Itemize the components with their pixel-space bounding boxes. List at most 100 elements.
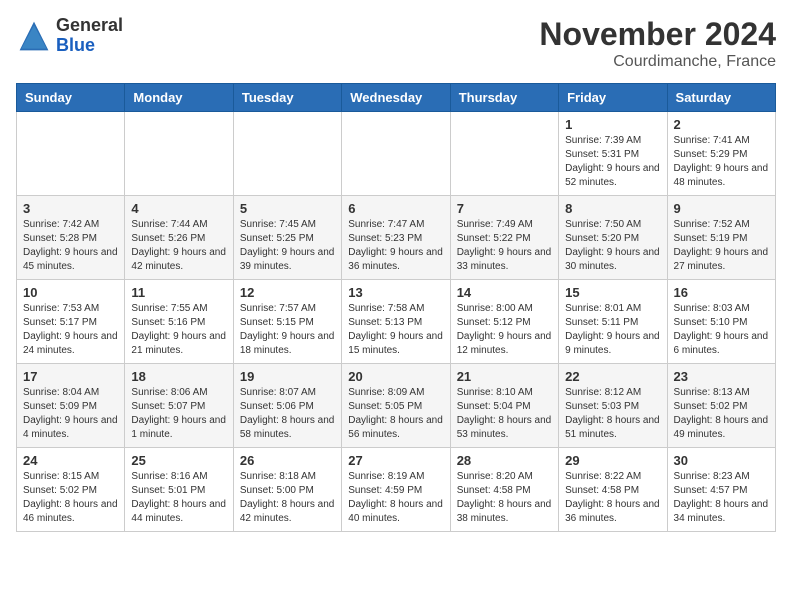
- calendar-header-row: SundayMondayTuesdayWednesdayThursdayFrid…: [17, 84, 776, 112]
- day-number: 26: [240, 453, 335, 468]
- day-number: 23: [674, 369, 769, 384]
- calendar-cell: [125, 112, 233, 196]
- day-number: 12: [240, 285, 335, 300]
- calendar-subtitle: Courdimanche, France: [539, 53, 776, 71]
- day-info: Sunrise: 7:52 AM Sunset: 5:19 PM Dayligh…: [674, 218, 769, 274]
- day-number: 18: [131, 369, 226, 384]
- calendar-cell: 21Sunrise: 8:10 AM Sunset: 5:04 PM Dayli…: [450, 364, 558, 448]
- calendar-cell: 24Sunrise: 8:15 AM Sunset: 5:02 PM Dayli…: [17, 448, 125, 532]
- calendar-cell: [342, 112, 450, 196]
- day-info: Sunrise: 7:55 AM Sunset: 5:16 PM Dayligh…: [131, 302, 226, 358]
- day-number: 24: [23, 453, 118, 468]
- logo-text: General Blue: [56, 16, 123, 56]
- day-number: 17: [23, 369, 118, 384]
- day-info: Sunrise: 8:01 AM Sunset: 5:11 PM Dayligh…: [565, 302, 660, 358]
- calendar-week-2: 3 Sunrise: 7:42 AM Sunset: 5:28 PM Daylig…: [17, 196, 776, 280]
- day-number: 14: [457, 285, 552, 300]
- logo: General Blue: [16, 16, 123, 56]
- day-number: 8: [565, 201, 660, 216]
- calendar-cell: 9 Sunrise: 7:52 AM Sunset: 5:19 PM Daylig…: [667, 196, 775, 280]
- calendar-cell: 6 Sunrise: 7:47 AM Sunset: 5:23 PM Daylig…: [342, 196, 450, 280]
- page-header: General Blue November 2024 Courdimanche,…: [16, 16, 776, 71]
- day-number: 6: [348, 201, 443, 216]
- day-number: 25: [131, 453, 226, 468]
- calendar-cell: 4 Sunrise: 7:44 AM Sunset: 5:26 PM Daylig…: [125, 196, 233, 280]
- day-info: Sunrise: 7:50 AM Sunset: 5:20 PM Dayligh…: [565, 218, 660, 274]
- day-number: 7: [457, 201, 552, 216]
- day-info: Sunrise: 8:13 AM Sunset: 5:02 PM Dayligh…: [674, 386, 769, 442]
- calendar-cell: 5 Sunrise: 7:45 AM Sunset: 5:25 PM Daylig…: [233, 196, 341, 280]
- calendar-cell: 22 Sunrise: 8:12 AM Sunset: 5:03 PM Dayli…: [559, 364, 667, 448]
- day-number: 11: [131, 285, 226, 300]
- day-info: Sunrise: 7:42 AM Sunset: 5:28 PM Dayligh…: [23, 218, 118, 274]
- day-info: Sunrise: 7:44 AM Sunset: 5:26 PM Dayligh…: [131, 218, 226, 274]
- day-number: 28: [457, 453, 552, 468]
- calendar-table: SundayMondayTuesdayWednesdayThursdayFrid…: [16, 83, 776, 532]
- day-info: Sunrise: 7:49 AM Sunset: 5:22 PM Dayligh…: [457, 218, 552, 274]
- column-header-monday: Monday: [125, 84, 233, 112]
- calendar-cell: 20 Sunrise: 8:09 AM Sunset: 5:05 PM Dayli…: [342, 364, 450, 448]
- calendar-cell: 23 Sunrise: 8:13 AM Sunset: 5:02 PM Dayli…: [667, 364, 775, 448]
- day-number: 15: [565, 285, 660, 300]
- title-block: November 2024 Courdimanche, France: [539, 16, 776, 71]
- day-number: 2: [674, 117, 769, 132]
- day-number: 22: [565, 369, 660, 384]
- calendar-cell: 28 Sunrise: 8:20 AM Sunset: 4:58 PM Dayli…: [450, 448, 558, 532]
- day-info: Sunrise: 7:47 AM Sunset: 5:23 PM Dayligh…: [348, 218, 443, 274]
- day-number: 13: [348, 285, 443, 300]
- column-header-wednesday: Wednesday: [342, 84, 450, 112]
- day-info: Sunrise: 7:53 AM Sunset: 5:17 PM Dayligh…: [23, 302, 118, 358]
- day-info: Sunrise: 8:22 AM Sunset: 4:58 PM Dayligh…: [565, 470, 660, 526]
- day-info: Sunrise: 7:41 AM Sunset: 5:29 PM Dayligh…: [674, 134, 769, 190]
- calendar-cell: 14Sunrise: 8:00 AM Sunset: 5:12 PM Dayli…: [450, 280, 558, 364]
- day-number: 10: [23, 285, 118, 300]
- calendar-cell: 1 Sunrise: 7:39 AM Sunset: 5:31 PM Daylig…: [559, 112, 667, 196]
- day-number: 4: [131, 201, 226, 216]
- calendar-cell: 3 Sunrise: 7:42 AM Sunset: 5:28 PM Daylig…: [17, 196, 125, 280]
- calendar-cell: 11 Sunrise: 7:55 AM Sunset: 5:16 PM Dayli…: [125, 280, 233, 364]
- day-info: Sunrise: 8:18 AM Sunset: 5:00 PM Dayligh…: [240, 470, 335, 526]
- calendar-cell: [233, 112, 341, 196]
- day-info: Sunrise: 8:09 AM Sunset: 5:05 PM Dayligh…: [348, 386, 443, 442]
- calendar-cell: 10 Sunrise: 7:53 AM Sunset: 5:17 PM Dayli…: [17, 280, 125, 364]
- calendar-cell: 15 Sunrise: 8:01 AM Sunset: 5:11 PM Dayli…: [559, 280, 667, 364]
- calendar-title: November 2024: [539, 16, 776, 53]
- day-number: 9: [674, 201, 769, 216]
- day-info: Sunrise: 8:07 AM Sunset: 5:06 PM Dayligh…: [240, 386, 335, 442]
- day-info: Sunrise: 8:03 AM Sunset: 5:10 PM Dayligh…: [674, 302, 769, 358]
- logo-icon: [16, 18, 52, 54]
- column-header-friday: Friday: [559, 84, 667, 112]
- day-info: Sunrise: 8:19 AM Sunset: 4:59 PM Dayligh…: [348, 470, 443, 526]
- day-info: Sunrise: 7:39 AM Sunset: 5:31 PM Dayligh…: [565, 134, 660, 190]
- day-number: 1: [565, 117, 660, 132]
- column-header-sunday: Sunday: [17, 84, 125, 112]
- calendar-cell: 27 Sunrise: 8:19 AM Sunset: 4:59 PM Dayli…: [342, 448, 450, 532]
- calendar-cell: 16Sunrise: 8:03 AM Sunset: 5:10 PM Dayli…: [667, 280, 775, 364]
- calendar-week-1: 1 Sunrise: 7:39 AM Sunset: 5:31 PM Daylig…: [17, 112, 776, 196]
- calendar-week-5: 24Sunrise: 8:15 AM Sunset: 5:02 PM Dayli…: [17, 448, 776, 532]
- day-info: Sunrise: 8:06 AM Sunset: 5:07 PM Dayligh…: [131, 386, 226, 442]
- column-header-thursday: Thursday: [450, 84, 558, 112]
- day-info: Sunrise: 8:16 AM Sunset: 5:01 PM Dayligh…: [131, 470, 226, 526]
- day-number: 20: [348, 369, 443, 384]
- calendar-cell: [450, 112, 558, 196]
- day-info: Sunrise: 8:23 AM Sunset: 4:57 PM Dayligh…: [674, 470, 769, 526]
- day-number: 5: [240, 201, 335, 216]
- day-info: Sunrise: 7:58 AM Sunset: 5:13 PM Dayligh…: [348, 302, 443, 358]
- calendar-cell: 29Sunrise: 8:22 AM Sunset: 4:58 PM Dayli…: [559, 448, 667, 532]
- day-info: Sunrise: 8:12 AM Sunset: 5:03 PM Dayligh…: [565, 386, 660, 442]
- calendar-cell: [17, 112, 125, 196]
- logo-blue: Blue: [56, 36, 123, 56]
- day-number: 21: [457, 369, 552, 384]
- logo-general: General: [56, 16, 123, 36]
- day-number: 3: [23, 201, 118, 216]
- calendar-cell: 25 Sunrise: 8:16 AM Sunset: 5:01 PM Dayli…: [125, 448, 233, 532]
- calendar-cell: 13 Sunrise: 7:58 AM Sunset: 5:13 PM Dayli…: [342, 280, 450, 364]
- calendar-cell: 30Sunrise: 8:23 AM Sunset: 4:57 PM Dayli…: [667, 448, 775, 532]
- day-info: Sunrise: 8:20 AM Sunset: 4:58 PM Dayligh…: [457, 470, 552, 526]
- calendar-cell: 19Sunrise: 8:07 AM Sunset: 5:06 PM Dayli…: [233, 364, 341, 448]
- day-number: 27: [348, 453, 443, 468]
- day-info: Sunrise: 7:45 AM Sunset: 5:25 PM Dayligh…: [240, 218, 335, 274]
- calendar-cell: 2 Sunrise: 7:41 AM Sunset: 5:29 PM Daylig…: [667, 112, 775, 196]
- calendar-cell: 18 Sunrise: 8:06 AM Sunset: 5:07 PM Dayli…: [125, 364, 233, 448]
